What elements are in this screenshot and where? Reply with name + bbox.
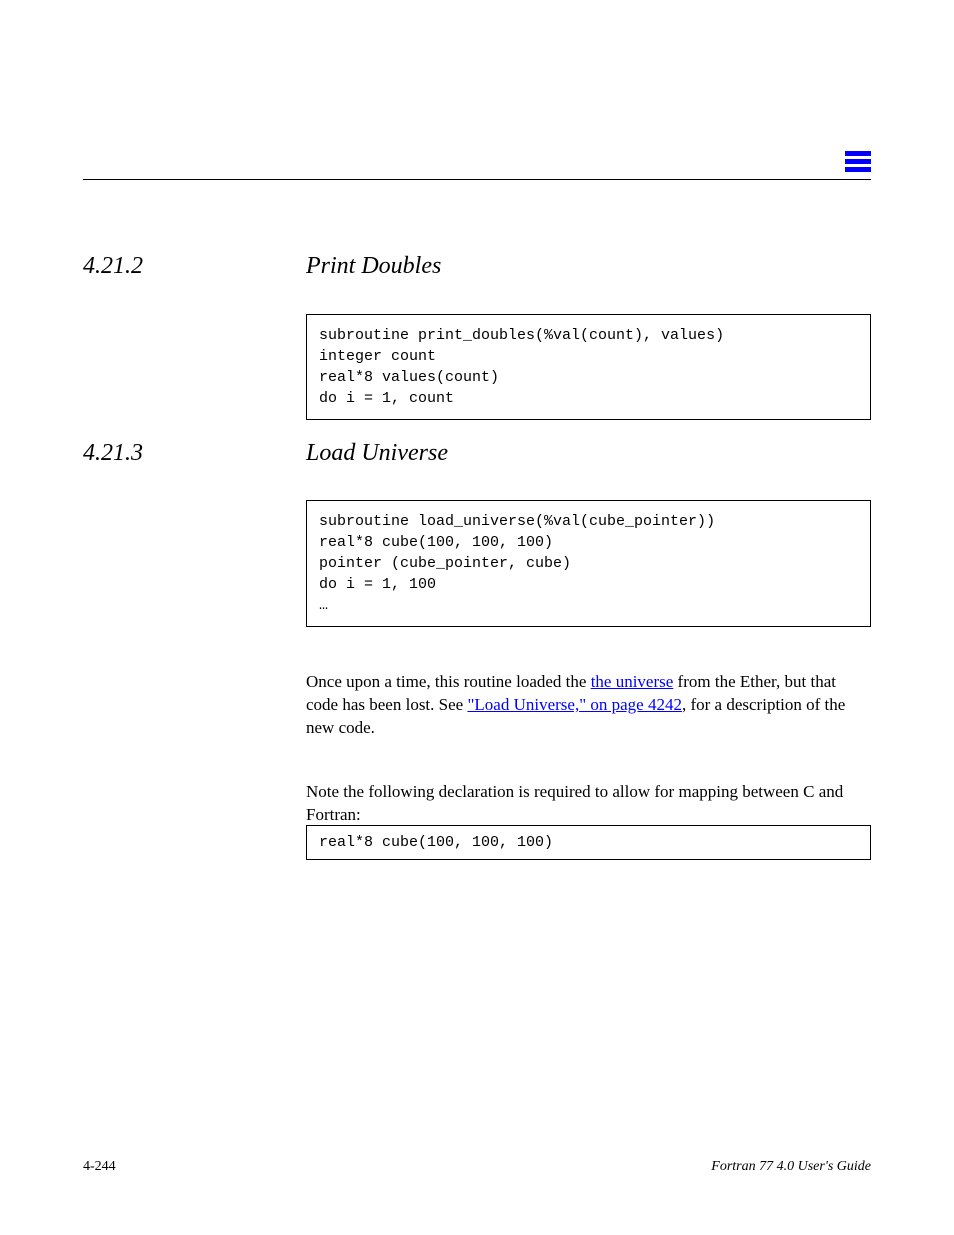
code-text: subroutine print_doubles(%val(count), va… (319, 327, 724, 407)
code-box-load-universe: subroutine load_universe(%val(cube_point… (306, 500, 871, 627)
code-text: real*8 cube(100, 100, 100) (319, 834, 553, 851)
header-divider (83, 179, 871, 180)
footer-page-number: 4-244 (83, 1159, 116, 1175)
section-title-load-universe: Load Universe (306, 440, 871, 467)
section-number-print-doubles: 4.21.2 (83, 253, 143, 280)
description-paragraph: Once upon a time, this routine loaded th… (306, 670, 871, 739)
paragraph-pre: Once upon a time, this routine loaded th… (306, 672, 591, 691)
menu-icon[interactable] (845, 151, 871, 173)
section-title-print-doubles: Print Doubles (306, 253, 871, 280)
code-box-print-doubles: subroutine print_doubles(%val(count), va… (306, 314, 871, 420)
code-text: subroutine load_universe(%val(cube_point… (319, 513, 715, 614)
code-box-required-decl: real*8 cube(100, 100, 100) (306, 825, 871, 860)
link-the-universe[interactable]: the universe (591, 672, 674, 691)
note-text: Note the following declaration is requir… (306, 780, 871, 826)
link-load-universe-page[interactable]: "Load Universe," on page 4242 (467, 695, 682, 714)
section-number-load-universe: 4.21.3 (83, 440, 143, 467)
footer-doc-title: Fortran 77 4.0 User's Guide (711, 1159, 871, 1175)
